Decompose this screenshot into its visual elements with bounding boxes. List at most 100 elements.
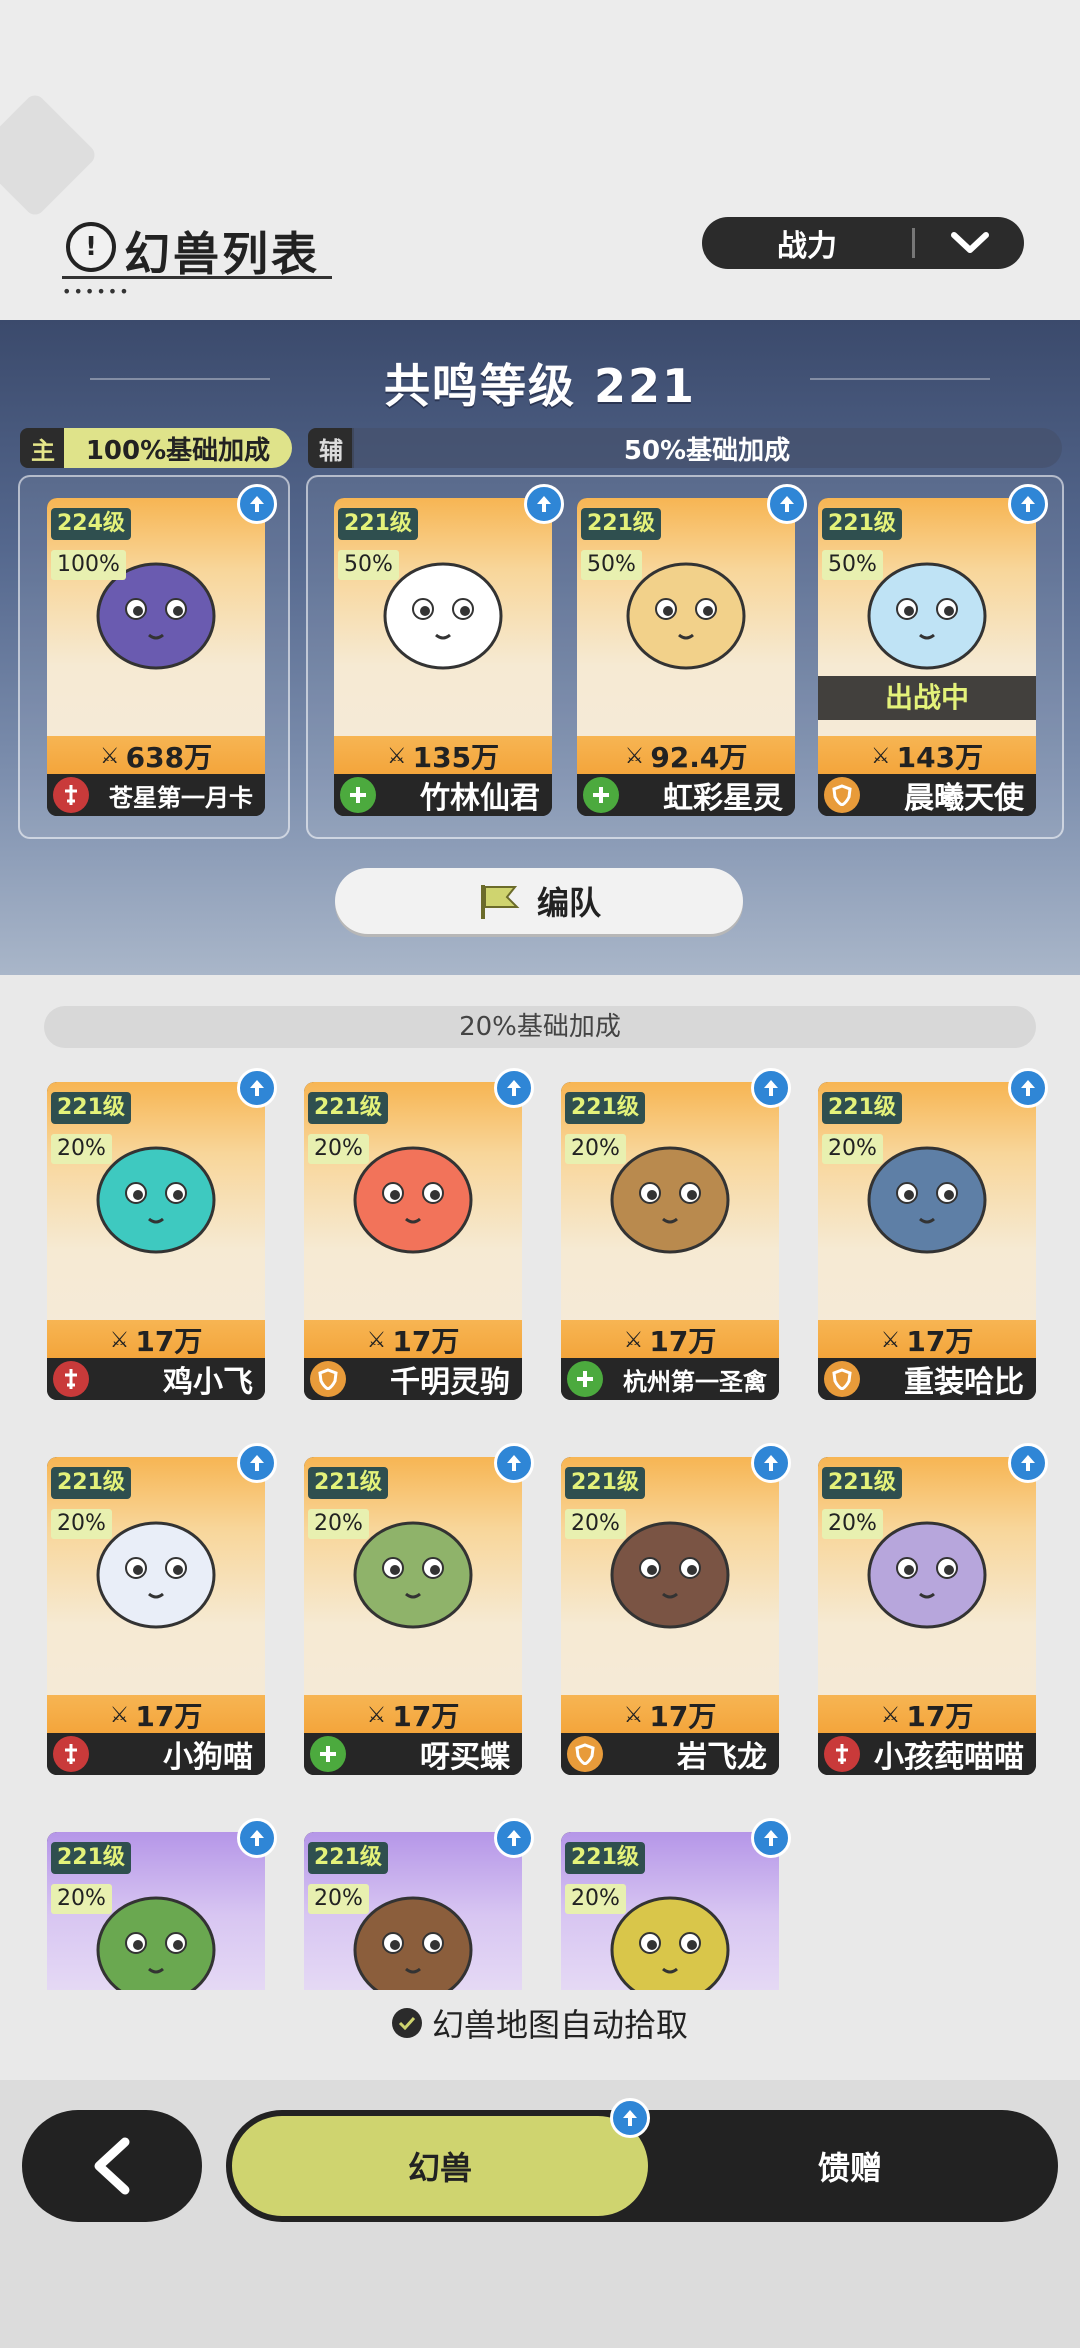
- sort-label: 战力: [777, 229, 837, 264]
- level-badge: 221级: [581, 508, 661, 540]
- power-value: ⚔ 17万: [47, 1320, 265, 1360]
- upgrade-arrow-icon[interactable]: [1008, 484, 1048, 524]
- tab-bar: 幻兽 馈赠: [226, 2098, 1058, 2222]
- beast-name: 鸡小飞: [163, 1365, 253, 1400]
- swords-icon: ⚔: [99, 743, 120, 769]
- shield-icon: [824, 1361, 860, 1397]
- upgrade-arrow-icon[interactable]: [1008, 1068, 1048, 1108]
- beast-card[interactable]: 221级 20%: [47, 1818, 277, 1990]
- swords-icon: ⚔: [880, 1327, 901, 1353]
- bonus-percent-badge: 20%: [308, 1509, 369, 1539]
- power-value: ⚔ 17万: [304, 1320, 522, 1360]
- beast-card[interactable]: 221级 50% ⚔ 92.4万虹彩星灵: [577, 484, 807, 816]
- power-value: ⚔ 17万: [561, 1320, 779, 1360]
- upgrade-arrow-icon[interactable]: [1008, 1443, 1048, 1483]
- power-text: 17万: [135, 1325, 203, 1358]
- beast-card[interactable]: 221级 20% ⚔ 17万 千明灵驹: [304, 1068, 534, 1400]
- beast-name: 小孩莼喵喵: [874, 1740, 1024, 1775]
- level-badge: 221级: [822, 1092, 902, 1124]
- beast-name: 千明灵驹: [390, 1365, 510, 1400]
- upgrade-arrow-icon[interactable]: [524, 484, 564, 524]
- power-text: 17万: [392, 1325, 460, 1358]
- shield-icon: [824, 777, 860, 813]
- beast-name-bar: 千明灵驹: [304, 1358, 522, 1400]
- beast-name-bar: 虹彩星灵: [577, 774, 795, 816]
- sort-dropdown[interactable]: 战力: [702, 217, 1024, 269]
- formation-button[interactable]: 编队: [335, 868, 743, 934]
- beast-card[interactable]: 221级 20% ⚔ 17万 小狗喵: [47, 1443, 277, 1775]
- title-dots: ••••••: [62, 282, 131, 301]
- power-text: 17万: [135, 1700, 203, 1733]
- upgrade-arrow-icon[interactable]: [767, 484, 807, 524]
- power-text: 135万: [412, 741, 500, 774]
- auto-pickup-toggle[interactable]: 幻兽地图自动拾取: [0, 2000, 1080, 2046]
- upgrade-arrow-icon[interactable]: [237, 484, 277, 524]
- sword-icon: [824, 1736, 860, 1772]
- beast-name: 岩飞龙: [677, 1740, 767, 1775]
- plus-icon: [310, 1736, 346, 1772]
- swords-icon: ⚔: [623, 1327, 644, 1353]
- beast-name-bar: 岩飞龙: [561, 1733, 779, 1775]
- power-text: 143万: [896, 741, 984, 774]
- swords-icon: ⚔: [366, 1702, 387, 1728]
- upgrade-arrow-icon[interactable]: [751, 1818, 791, 1858]
- back-button[interactable]: [22, 2110, 202, 2222]
- upgrade-arrow-icon[interactable]: [751, 1443, 791, 1483]
- bonus-percent-badge: 100%: [51, 550, 126, 580]
- beast-name: 虹彩星灵: [663, 781, 783, 816]
- exclamation-icon[interactable]: !: [66, 222, 116, 272]
- bonus-percent-badge: 50%: [581, 550, 642, 580]
- beast-card[interactable]: 221级 20% ⚔ 17万小孩莼喵喵: [818, 1443, 1048, 1775]
- upgrade-arrow-icon[interactable]: [751, 1068, 791, 1108]
- bottom-nav: 幻兽 馈赠: [0, 2080, 1080, 2348]
- upgrade-arrow-icon[interactable]: [494, 1068, 534, 1108]
- bonus-percent-badge: 20%: [308, 1134, 369, 1164]
- sword-icon: [53, 1361, 89, 1397]
- beast-card[interactable]: 221级 20% ⚔ 17万 呀买蝶: [304, 1443, 534, 1775]
- checkmark-icon[interactable]: [391, 2008, 422, 2038]
- upgrade-arrow-icon[interactable]: [237, 1443, 277, 1483]
- upgrade-arrow-icon: [610, 2098, 650, 2138]
- beast-card[interactable]: 221级 50% 出战中 ⚔ 143万 晨曦天使: [818, 484, 1048, 816]
- formation-label: 编队: [536, 884, 601, 922]
- page-title: 幻兽列表: [124, 227, 320, 281]
- level-badge: 221级: [822, 1467, 902, 1499]
- beast-card[interactable]: 221级 20% ⚔ 17万 鸡小飞: [47, 1068, 277, 1400]
- beast-name-bar: 苍星第一月卡: [47, 774, 265, 816]
- beast-card[interactable]: 221级 20%: [304, 1818, 534, 1990]
- tab-beasts[interactable]: 幻兽: [232, 2116, 648, 2216]
- power-value: ⚔ 17万: [561, 1695, 779, 1735]
- upgrade-arrow-icon[interactable]: [237, 1818, 277, 1858]
- power-value: ⚔ 17万: [818, 1695, 1036, 1735]
- level-badge: 221级: [565, 1092, 645, 1124]
- power-text: 17万: [649, 1325, 717, 1358]
- level-badge: 221级: [565, 1842, 645, 1874]
- power-text: 17万: [649, 1700, 717, 1733]
- swords-icon: ⚔: [624, 743, 645, 769]
- level-badge: 221级: [308, 1842, 388, 1874]
- sword-icon: [53, 777, 89, 813]
- beast-card[interactable]: 221级 20% ⚔ 17万 重装哈比: [818, 1068, 1048, 1400]
- upgrade-arrow-icon[interactable]: [237, 1068, 277, 1108]
- beast-card[interactable]: 221级 20% ⚔ 17万 杭州第一圣禽: [561, 1068, 791, 1400]
- support-bonus-label: 50%基础加成: [352, 428, 1062, 468]
- beast-name: 呀买蝶: [420, 1740, 510, 1775]
- resonance-panel: 共鸣等级 221 主 100%基础加成 辅 50%基础加成 编队 224级 100…: [0, 320, 1080, 975]
- bonus-percent-badge: 20%: [822, 1509, 883, 1539]
- swords-icon: ⚔: [880, 1702, 901, 1728]
- upgrade-arrow-icon[interactable]: [494, 1818, 534, 1858]
- main-role-icon: 主: [20, 428, 66, 468]
- chevron-left-icon: [94, 2137, 130, 2195]
- beast-card[interactable]: 224级 100% ⚔ 638万 苍星第一月卡: [47, 484, 277, 816]
- beast-card[interactable]: 221级 50% ⚔ 135万 竹林仙君: [334, 484, 564, 816]
- upgrade-arrow-icon[interactable]: [494, 1443, 534, 1483]
- beast-card[interactable]: 221级 20%: [561, 1818, 791, 1990]
- bonus-percent-badge: 20%: [565, 1509, 626, 1539]
- beast-card[interactable]: 221级 20% ⚔ 17万岩飞龙: [561, 1443, 791, 1775]
- level-badge: 224级: [51, 508, 131, 540]
- support-role-icon: 辅: [308, 428, 354, 468]
- level-badge: 221级: [565, 1467, 645, 1499]
- power-value: ⚔ 92.4万: [577, 736, 795, 776]
- tab-gift[interactable]: 馈赠: [650, 2116, 1050, 2216]
- beast-list[interactable]: 221级 20% ⚔ 17万 鸡小飞 221级 20% ⚔ 17万 千明灵驹 221级 20% ⚔ 17万…: [0, 1060, 1080, 1990]
